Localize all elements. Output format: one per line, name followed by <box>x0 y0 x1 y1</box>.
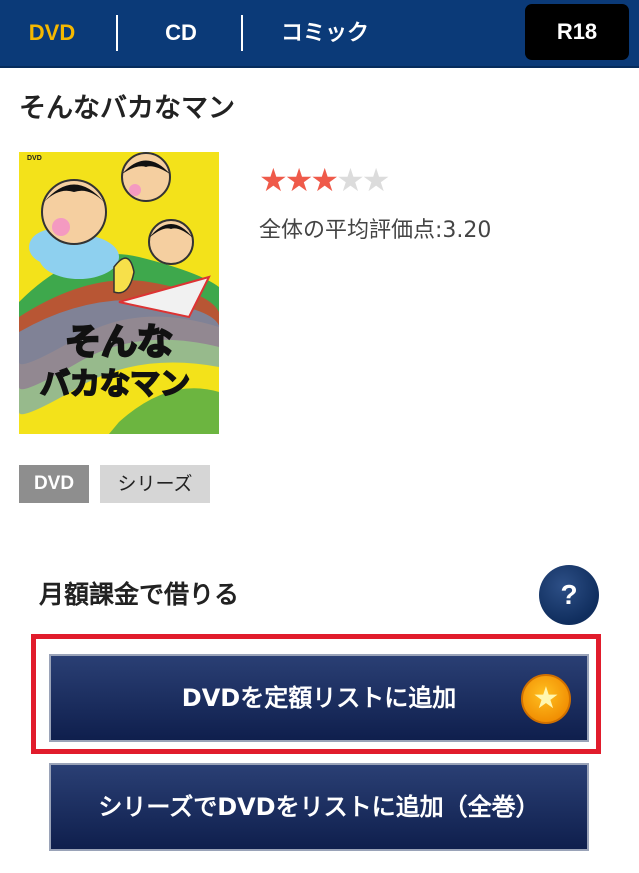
cover-title-line2: バカなマン <box>40 367 190 402</box>
rating-stars: ★★★★★ <box>259 161 390 199</box>
section-title: 月額課金で借りる <box>39 580 240 609</box>
tag-series[interactable]: シリーズ <box>100 465 210 503</box>
tab-comic[interactable]: コミック <box>245 0 405 66</box>
nav-divider <box>116 15 118 51</box>
help-icon[interactable]: ? <box>539 565 599 625</box>
top-navigation: DVD CD コミック R18 <box>0 0 639 68</box>
star-icon: ★ <box>521 674 571 724</box>
star-empty-icon: ★ <box>361 161 391 199</box>
cover-corner-label: DVD <box>27 155 42 162</box>
average-rating: 全体の平均評価点:3.20 <box>259 218 492 243</box>
star-filled-icon: ★ <box>310 161 340 199</box>
dvd-cover-image[interactable]: DVD そんな バカなマン <box>19 152 219 434</box>
tag-dvd[interactable]: DVD <box>19 465 89 503</box>
cover-title-line1: そんな <box>65 322 173 363</box>
add-button-label: DVDを定額リストに追加 <box>181 684 457 712</box>
star-filled-icon: ★ <box>284 161 314 199</box>
product-title: そんなバカなマン <box>19 93 235 124</box>
star-filled-icon: ★ <box>259 161 288 199</box>
add-series-button[interactable]: シリーズでDVDをリストに追加（全巻） <box>49 763 589 851</box>
r18-button[interactable]: R18 <box>525 4 629 60</box>
tab-dvd[interactable]: DVD <box>0 0 104 66</box>
nav-divider <box>241 15 243 51</box>
tab-cd[interactable]: CD <box>120 0 242 66</box>
add-to-list-button[interactable]: DVDを定額リストに追加 ★ <box>49 654 589 742</box>
star-empty-icon: ★ <box>336 161 365 199</box>
